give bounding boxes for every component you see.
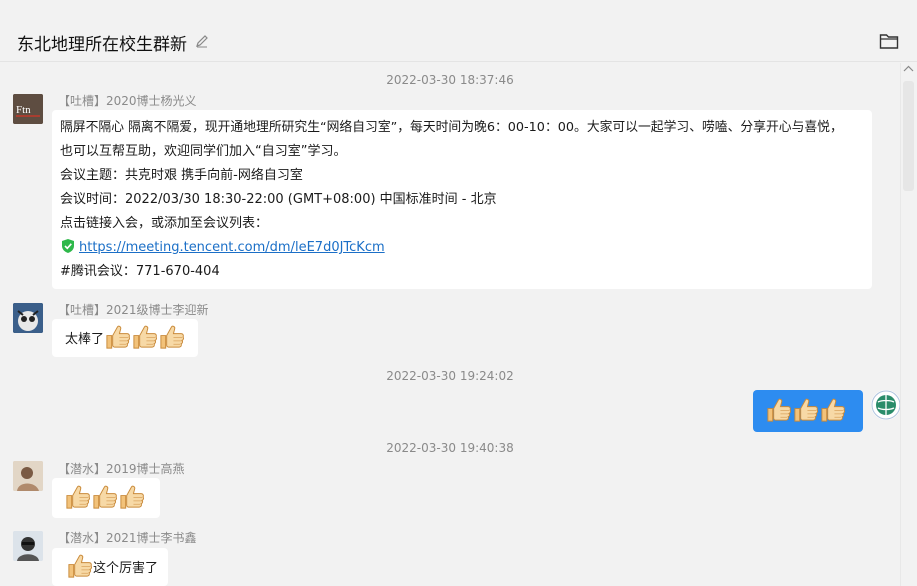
svg-text:Ftn: Ftn <box>16 104 31 116</box>
thumbs-up-icon <box>158 324 185 351</box>
sender-name: 【吐槽】2020博士杨光义 <box>58 94 197 108</box>
message-text-line: 也可以互帮互助，欢迎同学们加入“自习室”学习。 <box>60 144 347 159</box>
scrollbar[interactable] <box>900 63 917 586</box>
thumbs-up-icon <box>131 324 158 351</box>
message-bubble[interactable] <box>52 478 160 518</box>
avatar[interactable] <box>13 461 43 491</box>
thumbs-up-icon <box>819 397 846 424</box>
message-bubble[interactable]: 隔屏不隔心 隔离不隔爱，现开通地理所研究生“网络自习室”，每天时间为晚6：00-… <box>52 110 872 289</box>
avatar[interactable] <box>13 531 43 561</box>
scroll-thumb[interactable] <box>903 81 914 191</box>
thumbs-up-icon <box>64 484 91 511</box>
avatar-cat-icon <box>13 303 43 333</box>
sender-name: 【吐槽】2021级博士李迎新 <box>58 303 209 317</box>
edit-icon[interactable] <box>195 34 209 48</box>
avatar-globe-icon <box>871 390 901 420</box>
timestamp: 2022-03-30 19:40:38 <box>386 441 514 455</box>
message-text: 这个厉害了 <box>93 561 159 576</box>
message-bubble[interactable]: 太棒了 <box>52 319 198 357</box>
message-text: 太棒了 <box>65 332 105 347</box>
thumbs-up-icon <box>91 484 118 511</box>
message-list[interactable]: 2022-03-30 18:37:46 Ftn 【吐槽】2020博士杨光义 隔屏… <box>0 63 917 586</box>
outgoing-message-bubble[interactable] <box>753 390 863 432</box>
thumbs-up-icon <box>118 484 145 511</box>
folder-icon[interactable] <box>879 32 899 50</box>
scroll-up-icon[interactable] <box>903 63 914 75</box>
timestamp: 2022-03-30 19:24:02 <box>386 369 514 383</box>
message-text-line: 会议时间：2022/03/30 18:30-22:00 (GMT+08:00) … <box>60 192 497 207</box>
meeting-link[interactable]: https://meeting.tencent.com/dm/leE7d0JTc… <box>79 240 385 255</box>
shield-check-icon <box>62 239 74 253</box>
thumbs-up-icon <box>104 324 131 351</box>
message-text-line: 点击链接入会，或添加至会议列表： <box>60 216 269 231</box>
my-avatar[interactable] <box>871 390 901 420</box>
sender-name: 【潜水】2021博士李书鑫 <box>58 531 197 545</box>
avatar-logo-icon: Ftn <box>13 94 43 124</box>
thumbs-up-icon <box>792 397 819 424</box>
link-line: https://meeting.tencent.com/dm/leE7d0JTc… <box>60 236 864 260</box>
sender-name: 【潜水】2019博士高燕 <box>58 462 185 476</box>
message-text-line: 隔屏不隔心 隔离不隔爱，现开通地理所研究生“网络自习室”，每天时间为晚6：00-… <box>60 120 843 135</box>
chat-title: 东北地理所在校生群新 <box>17 35 187 55</box>
avatar[interactable]: Ftn <box>13 94 43 124</box>
chat-header: 东北地理所在校生群新 <box>0 0 917 62</box>
message-bubble[interactable]: 这个厉害了 <box>52 548 168 586</box>
thumbs-up-icon <box>66 553 93 580</box>
avatar-person-icon <box>13 531 43 561</box>
avatar-person-icon <box>13 461 43 491</box>
message-text-line: #腾讯会议：771-670-404 <box>60 264 220 279</box>
message-text-line: 会议主题：共克时艰 携手向前-网络自习室 <box>60 168 303 183</box>
thumbs-up-icon <box>765 397 792 424</box>
timestamp: 2022-03-30 18:37:46 <box>386 73 514 87</box>
avatar[interactable] <box>13 303 43 333</box>
